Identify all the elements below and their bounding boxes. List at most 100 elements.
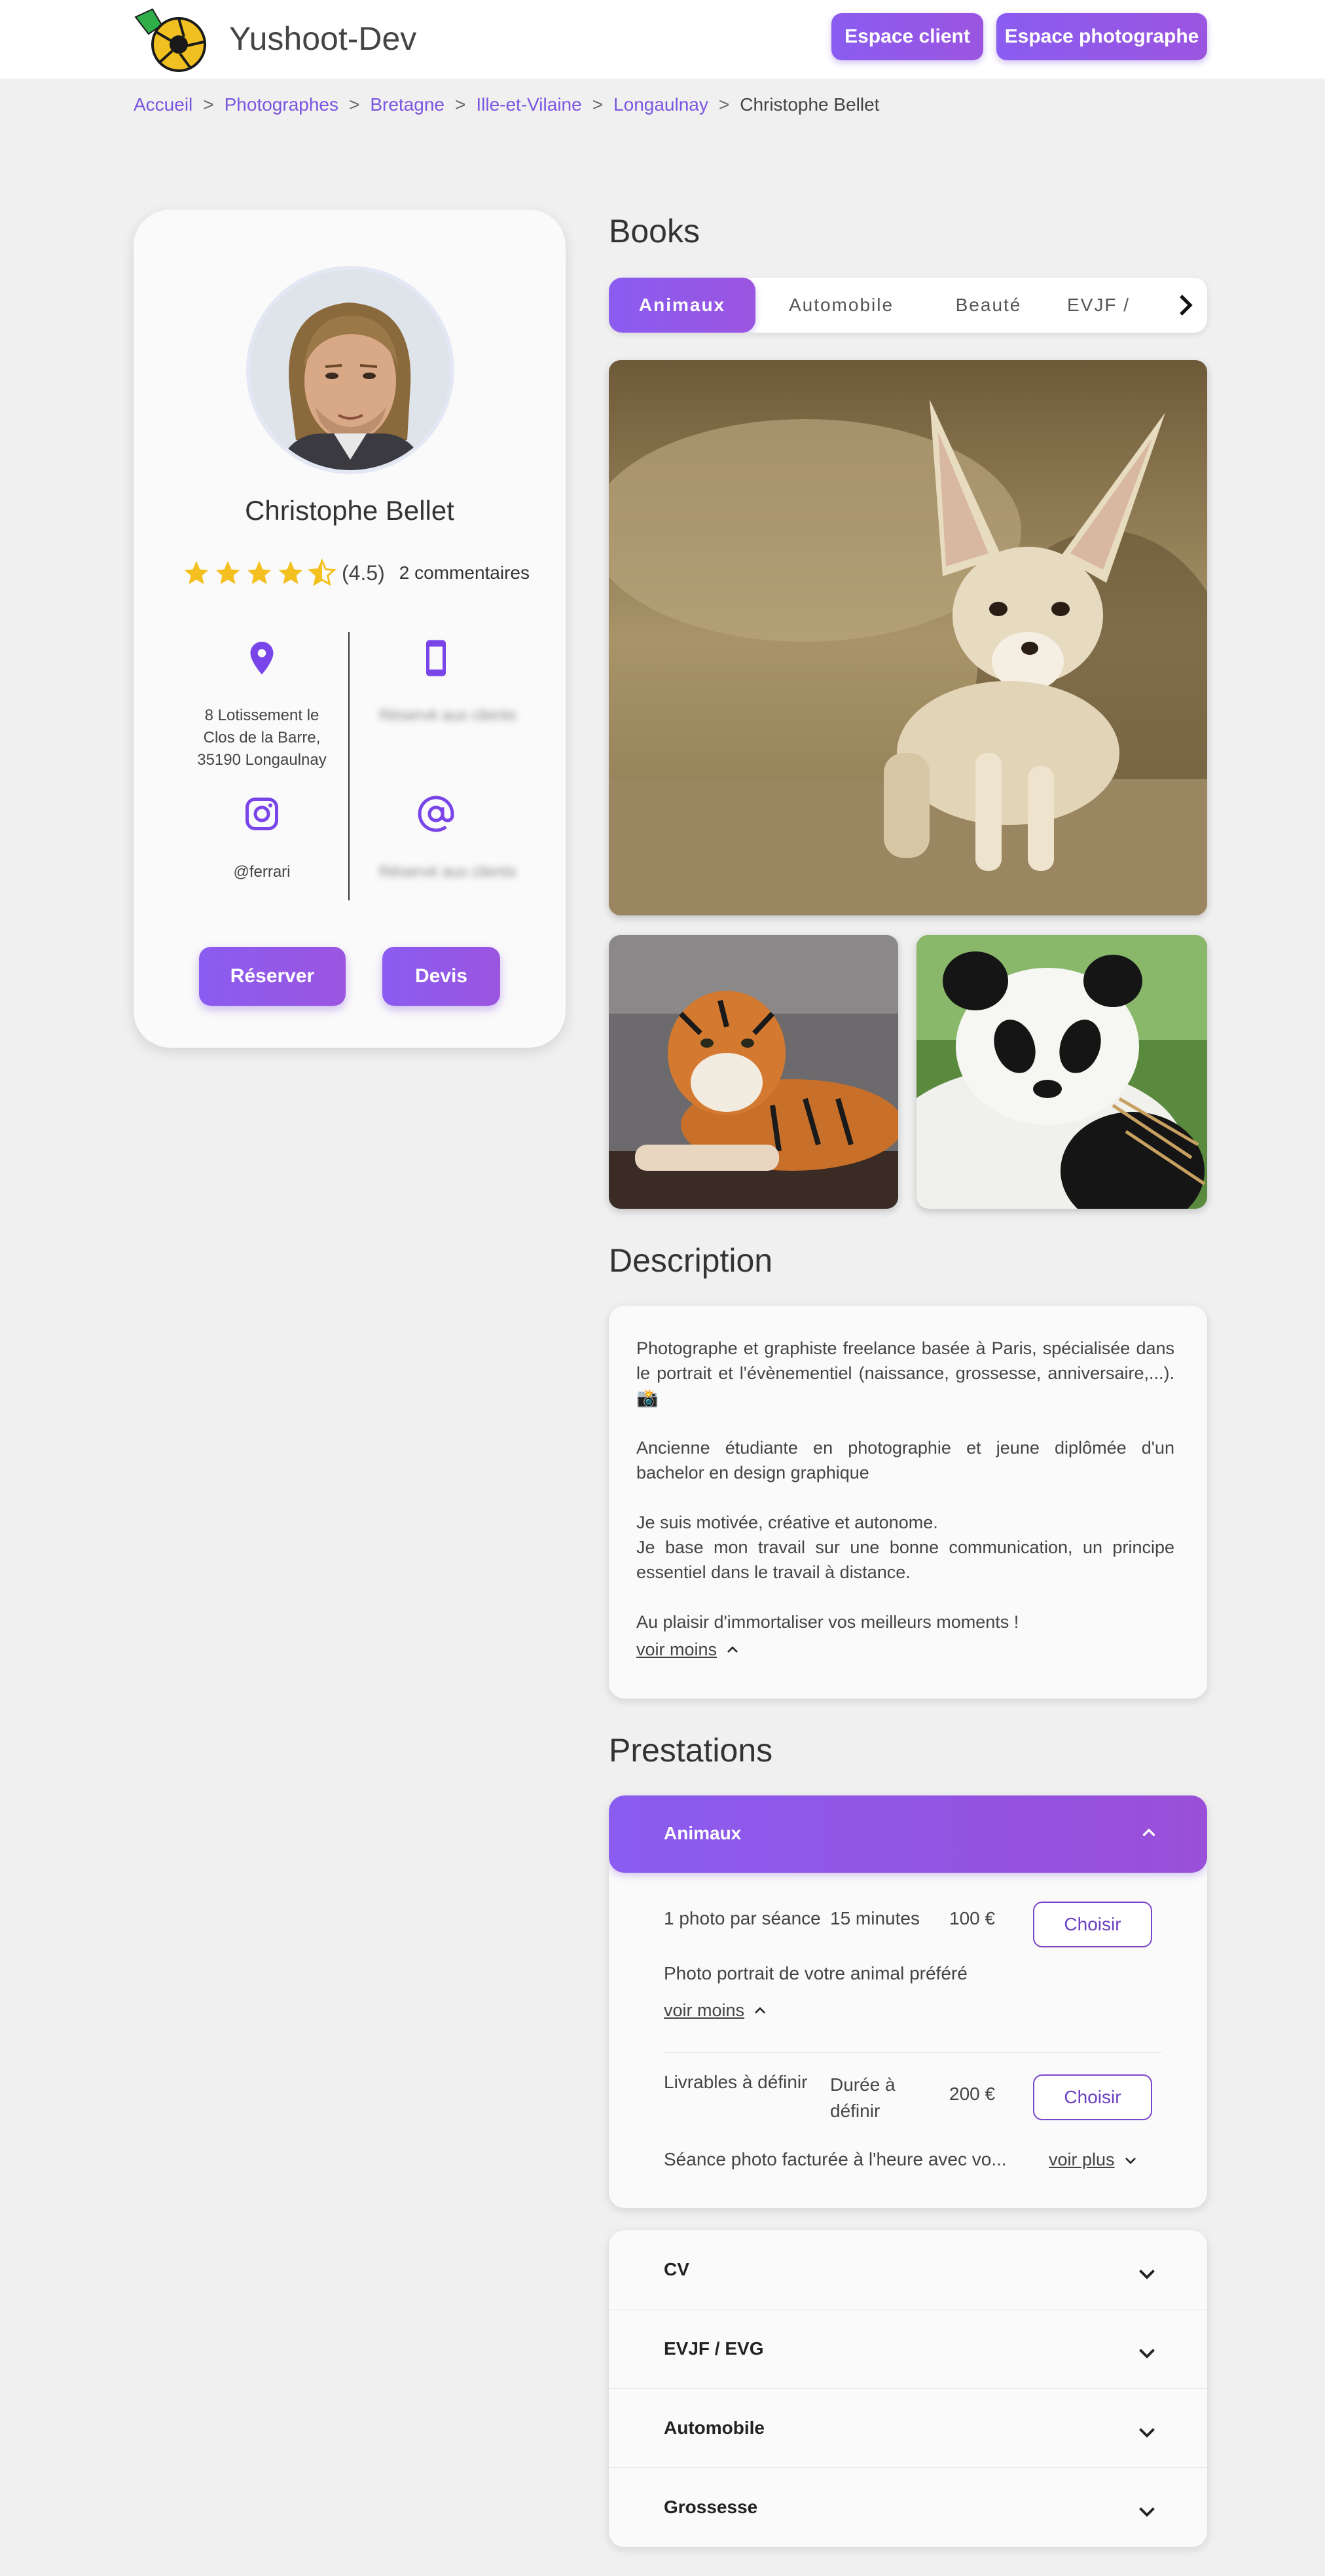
photographer-space-button[interactable]: Espace photographe	[996, 13, 1207, 60]
address-line: 8 Lotissement le	[204, 707, 319, 724]
star-icon	[247, 561, 272, 585]
category-header-animaux[interactable]: Animaux	[609, 1795, 1207, 1873]
row-divider	[664, 2052, 1161, 2053]
duration: 15 minutes	[830, 1908, 920, 1928]
email-hidden: Réservé aux clients	[379, 863, 517, 881]
tab-animaux[interactable]: Animaux	[609, 278, 755, 333]
chevron-down-icon	[1139, 2270, 1155, 2279]
category-label: CV	[664, 2259, 689, 2279]
deliverable: Livrables à définir	[664, 2072, 808, 2092]
chevron-up-icon	[755, 2006, 765, 2014]
description-toggle[interactable]: voir moins	[636, 1640, 1174, 1660]
fennec-image	[609, 360, 1207, 915]
books-title: Books	[609, 213, 700, 249]
duration: Durée à définir	[830, 2072, 896, 2124]
price: 100 €	[949, 1908, 996, 1928]
breadcrumb-region[interactable]: Bretagne	[370, 94, 445, 115]
books-tabs: Animaux Automobile Beauté EVJF /	[609, 278, 1207, 333]
duration-line: Durée à	[830, 2074, 896, 2095]
half-star-icon	[308, 559, 336, 587]
see-less-link[interactable]: voir moins	[636, 1640, 740, 1660]
star-icon	[184, 561, 209, 585]
panda-image	[917, 935, 1207, 1209]
tab-automobile[interactable]: Automobile	[772, 278, 910, 333]
chevron-down-icon	[1139, 2349, 1155, 2359]
breadcrumb-separator: >	[203, 94, 214, 115]
deliverable: 1 photo par séance	[664, 1908, 821, 1928]
chevron-down-icon	[1139, 2428, 1155, 2438]
top-header: Yushoot-Dev Espace client Espace photogr…	[0, 0, 1325, 79]
see-less-label: voir moins	[664, 2000, 745, 2020]
description-paragraph: Ancienne étudiante en photographie et je…	[636, 1438, 1174, 1482]
category-automobile[interactable]: Automobile	[609, 2389, 1207, 2467]
breadcrumb-city[interactable]: Longaulnay	[613, 94, 708, 115]
chevron-up-icon	[1142, 1828, 1155, 1837]
category-evjf-evg[interactable]: EVJF / EVG	[609, 2309, 1207, 2388]
prestations-title: Prestations	[609, 1732, 773, 1769]
category-grossesse[interactable]: Grossesse	[609, 2468, 1207, 2547]
rating: (4.5) 2 commentaires	[182, 559, 530, 587]
breadcrumb-home[interactable]: Accueil	[134, 94, 192, 115]
choose-button[interactable]: Choisir	[1033, 2074, 1152, 2120]
reserve-button[interactable]: Réserver	[199, 947, 346, 1006]
chevron-up-icon	[727, 1646, 738, 1653]
brand-name[interactable]: Yushoot-Dev	[229, 20, 416, 58]
instagram-handle[interactable]: @ferrari	[173, 861, 351, 883]
see-less-label: voir moins	[636, 1640, 717, 1659]
star-icon	[278, 561, 303, 585]
see-more-label: voir plus	[1049, 2150, 1115, 2169]
chevron-down-icon	[1139, 2507, 1155, 2517]
breadcrumb-current: Christophe Bellet	[740, 94, 880, 115]
at-sign-icon	[418, 796, 454, 832]
price: 200 €	[949, 2084, 996, 2104]
choose-button[interactable]: Choisir	[1033, 1902, 1152, 1947]
instagram-icon	[245, 798, 278, 830]
comments-count[interactable]: 2 commentaires	[399, 562, 530, 583]
profile-card: Christophe Bellet (4.5) 2 commentaires 8…	[134, 210, 566, 1048]
rating-value: (4.5)	[342, 561, 385, 585]
chevron-down-icon	[1125, 2157, 1136, 2164]
address-line: Clos de la Barre,	[203, 729, 321, 746]
description-paragraph: Photographe et graphiste freelance basée…	[636, 1338, 1174, 1408]
photographer-name: Christophe Bellet	[245, 495, 454, 526]
prestation-categories-collapsed: CV EVJF / EVG Automobile Grossesse	[609, 2230, 1207, 2547]
category-label: Animaux	[664, 1823, 742, 1843]
star-icon	[215, 561, 240, 585]
breadcrumb-separator: >	[718, 94, 730, 115]
phone-icon	[426, 640, 446, 676]
see-less-link[interactable]: voir moins	[664, 2000, 768, 2021]
address-line: 35190 Longaulnay	[197, 751, 327, 769]
category-label: EVJF / EVG	[664, 2338, 764, 2359]
location-pin-icon	[250, 642, 274, 674]
description-paragraph: Au plaisir d'immortaliser vos meilleurs …	[636, 1612, 1019, 1632]
breadcrumb-department[interactable]: Ille-et-Vilaine	[476, 94, 581, 115]
phone-hidden: Réservé aux clients	[379, 707, 517, 724]
book-photo-fennec[interactable]	[609, 360, 1207, 915]
quote-button[interactable]: Devis	[382, 947, 500, 1006]
address: 8 Lotissement le Clos de la Barre, 35190…	[173, 705, 351, 771]
chevron-right-icon[interactable]	[1169, 289, 1201, 321]
category-label: Grossesse	[664, 2497, 758, 2517]
breadcrumb-photographers[interactable]: Photographes	[225, 94, 338, 115]
category-label: Automobile	[664, 2418, 765, 2438]
category-cv[interactable]: CV	[609, 2230, 1207, 2309]
see-more-link[interactable]: voir plus	[1049, 2149, 1138, 2170]
portrait-image	[250, 270, 450, 470]
breadcrumb-separator: >	[348, 94, 360, 115]
book-photo-tiger[interactable]	[609, 935, 898, 1209]
tab-beaute[interactable]: Beauté	[923, 278, 1054, 333]
avatar	[250, 270, 450, 470]
duration-line: définir	[830, 2101, 880, 2121]
logo-icon[interactable]	[133, 8, 210, 73]
tab-evjf[interactable]: EVJF /	[1067, 278, 1165, 333]
tiger-image	[609, 935, 898, 1209]
breadcrumb-separator: >	[592, 94, 604, 115]
prestation-detail: Séance photo facturée à l'heure avec vo.…	[664, 2149, 1007, 2169]
description-paragraph: Je base mon travail sur une bonne commun…	[636, 1537, 1174, 1582]
client-space-button[interactable]: Espace client	[831, 13, 983, 60]
description-title: Description	[609, 1242, 773, 1279]
prestation-detail: Photo portrait de votre animal préféré	[664, 1963, 968, 1983]
description-paragraph: Je suis motivée, créative et autonome.	[636, 1513, 938, 1532]
breadcrumb: Accueil > Photographes > Bretagne > Ille…	[134, 94, 879, 115]
book-photo-panda[interactable]	[917, 935, 1207, 1209]
